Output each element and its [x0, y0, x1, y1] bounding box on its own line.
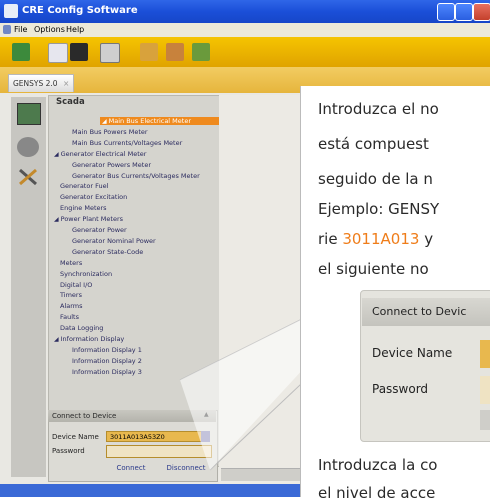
- callout-line-4: Ejemplo: GENSY: [318, 200, 440, 218]
- zoom-device-select: [480, 340, 490, 368]
- callout-line-5a: rie: [318, 230, 343, 248]
- zoom-connect-header: Connect to Devic: [362, 298, 490, 326]
- callout-line-5: rie 3011A013 y: [318, 230, 433, 248]
- callout-device-code: 3011A013: [342, 230, 420, 248]
- zoom-header-label: Connect to Devic: [372, 305, 467, 318]
- zoom-button: [480, 410, 490, 430]
- callout-line-5c: y: [419, 230, 434, 248]
- callout-line-6: el siguiente no: [318, 260, 429, 278]
- callout-line-8: el nivel de acce: [318, 484, 436, 502]
- callout-line-1: Introduzca el no: [318, 100, 439, 118]
- zoom-password-field: [480, 376, 490, 404]
- callout-line-2: está compuest: [318, 135, 429, 153]
- callout-line-7: Introduzca la co: [318, 456, 438, 474]
- callout-line-3: seguido de la n: [318, 170, 433, 188]
- zoom-password-label: Password: [372, 382, 429, 396]
- zoom-device-label: Device Name: [372, 346, 453, 360]
